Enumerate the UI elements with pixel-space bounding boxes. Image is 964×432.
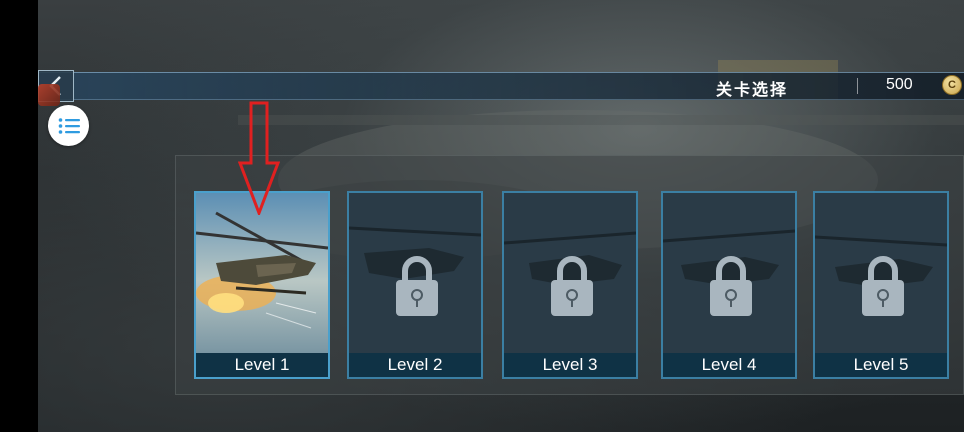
header-divider (857, 78, 858, 94)
list-icon (58, 117, 80, 134)
level-card-1[interactable]: Level 1 (194, 191, 330, 379)
lock-icon (862, 256, 904, 316)
coin-icon: C (942, 75, 962, 95)
level-card-5[interactable]: Level 5 (813, 191, 949, 379)
level-1-helicopter-image (196, 193, 328, 353)
down-arrow-annotation-icon (238, 101, 280, 215)
header-bar (38, 72, 964, 100)
level-card-4[interactable]: Level 4 (661, 191, 797, 379)
level-card-2[interactable]: Level 2 (347, 191, 483, 379)
coin-count: 500 (886, 76, 913, 93)
level-label: Level 1 (196, 353, 328, 377)
level-label: Level 3 (504, 353, 636, 377)
lock-icon (551, 256, 593, 316)
lock-icon (710, 256, 752, 316)
level-label: Level 2 (349, 353, 481, 377)
page-title: 关卡选择 (716, 82, 789, 99)
level-label: Level 5 (815, 353, 947, 377)
lock-icon (396, 256, 438, 316)
player-badge-icon (38, 84, 60, 106)
level-card-3[interactable]: Level 3 (502, 191, 638, 379)
left-black-bar (0, 0, 38, 432)
menu-button[interactable] (48, 105, 89, 146)
level-label: Level 4 (663, 353, 795, 377)
